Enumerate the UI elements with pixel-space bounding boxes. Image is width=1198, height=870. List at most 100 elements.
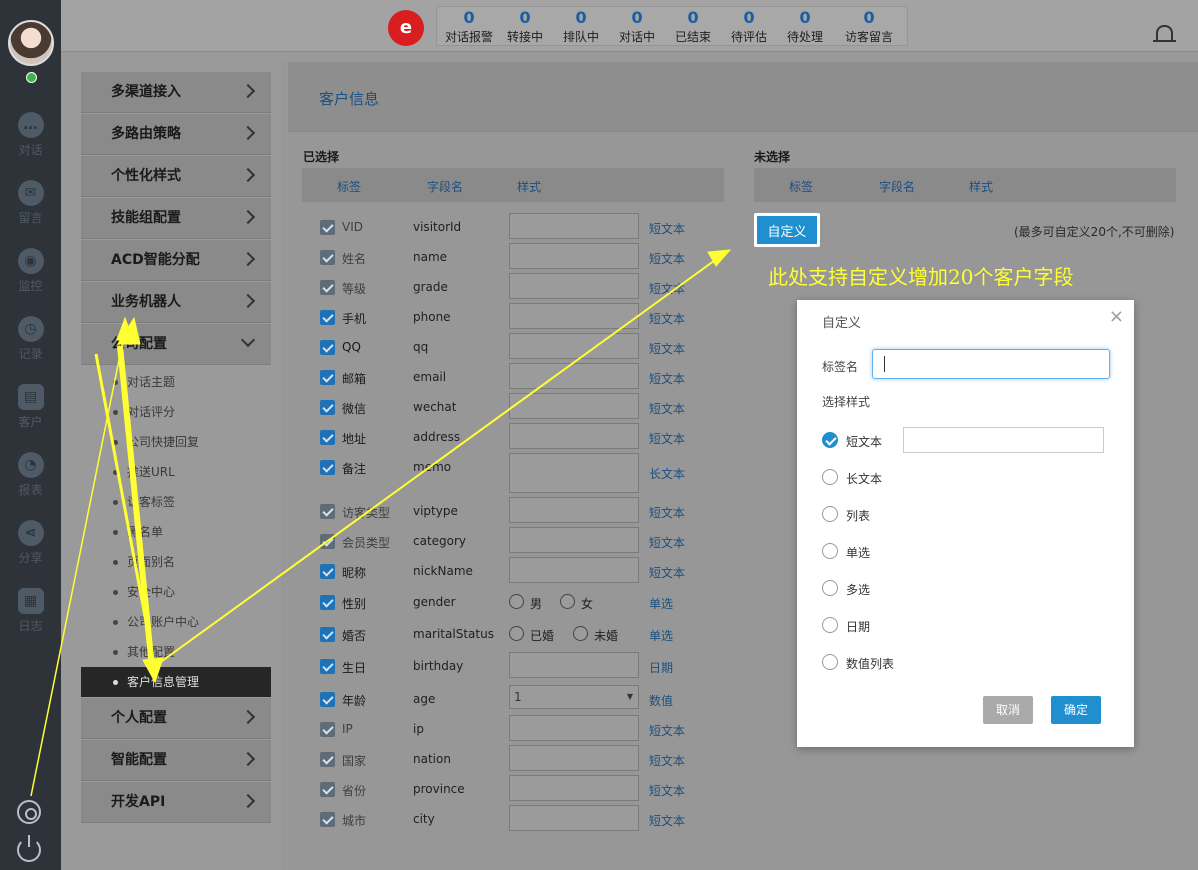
menu-item[interactable]: 多渠道接入 (81, 72, 271, 113)
nav-item-4[interactable]: ▤ 客户 (0, 384, 61, 430)
field-checkbox[interactable] (320, 812, 335, 827)
field-input[interactable] (509, 557, 639, 583)
menu-item[interactable]: 个人配置 (81, 698, 271, 739)
field-checkbox[interactable] (320, 460, 335, 475)
menu-item[interactable]: 开发API (81, 782, 271, 823)
field-type[interactable]: 短文本 (649, 280, 685, 297)
menu-item[interactable]: 多路由策略 (81, 114, 271, 155)
field-type[interactable]: 短文本 (649, 752, 685, 769)
field-radio[interactable] (509, 626, 524, 641)
field-type[interactable]: 短文本 (649, 722, 685, 739)
field-radio[interactable] (573, 626, 588, 641)
field-checkbox[interactable] (320, 722, 335, 737)
field-type[interactable]: 短文本 (649, 534, 685, 551)
field-checkbox[interactable] (320, 782, 335, 797)
field-checkbox[interactable] (320, 659, 335, 674)
field-input[interactable] (509, 303, 639, 329)
close-icon[interactable]: × (1109, 306, 1124, 327)
field-radio[interactable] (560, 594, 575, 609)
field-input[interactable] (509, 243, 639, 269)
style-radio[interactable] (822, 580, 838, 596)
field-checkbox[interactable] (320, 564, 335, 579)
field-input[interactable] (509, 333, 639, 359)
field-type[interactable]: 日期 (649, 659, 673, 676)
submenu-item[interactable]: 页面别名 (81, 547, 271, 577)
field-type[interactable]: 短文本 (649, 430, 685, 447)
field-type[interactable]: 数值 (649, 692, 673, 709)
avatar[interactable] (8, 20, 54, 66)
menu-item[interactable]: ACD智能分配 (81, 240, 271, 281)
style-radio[interactable] (822, 506, 838, 522)
style-radio[interactable] (822, 654, 838, 670)
submenu-item[interactable]: 公司账户中心 (81, 607, 271, 637)
field-type[interactable]: 单选 (649, 627, 673, 644)
field-input[interactable] (509, 213, 639, 239)
style-radio[interactable] (822, 543, 838, 559)
field-checkbox[interactable] (320, 310, 335, 325)
submenu-item[interactable]: 对话主题 (81, 367, 271, 397)
field-textarea[interactable] (509, 453, 639, 493)
menu-item[interactable]: 智能配置 (81, 740, 271, 781)
menu-item[interactable]: 技能组配置 (81, 198, 271, 239)
field-input[interactable] (509, 775, 639, 801)
field-checkbox[interactable] (320, 534, 335, 549)
nav-item-7[interactable]: ▦ 日志 (0, 588, 61, 634)
submenu-item[interactable]: 客户信息管理 (81, 667, 271, 697)
field-checkbox[interactable] (320, 595, 335, 610)
confirm-button[interactable]: 确定 (1051, 696, 1101, 724)
field-type[interactable]: 短文本 (649, 400, 685, 417)
field-checkbox[interactable] (320, 220, 335, 235)
custom-field-button[interactable]: 自定义 (754, 213, 820, 247)
field-checkbox[interactable] (320, 280, 335, 295)
field-input[interactable] (509, 527, 639, 553)
field-input[interactable] (509, 652, 639, 678)
settings-gear-icon[interactable] (17, 800, 41, 824)
field-checkbox[interactable] (320, 400, 335, 415)
field-checkbox[interactable] (320, 627, 335, 642)
field-input[interactable] (509, 805, 639, 831)
field-checkbox[interactable] (320, 370, 335, 385)
nav-item-2[interactable]: ◉ 监控 (0, 248, 61, 294)
label-name-input[interactable] (872, 349, 1110, 379)
field-checkbox[interactable] (320, 430, 335, 445)
menu-item[interactable]: 个性化样式 (81, 156, 271, 197)
submenu-item[interactable]: 黑名单 (81, 517, 271, 547)
field-input[interactable] (509, 715, 639, 741)
field-checkbox[interactable] (320, 250, 335, 265)
field-type[interactable]: 短文本 (649, 370, 685, 387)
nav-item-0[interactable]: … 对话 (0, 112, 61, 158)
submenu-item[interactable]: 对话评分 (81, 397, 271, 427)
nav-item-3[interactable]: ◷ 记录 (0, 316, 61, 362)
field-input[interactable] (509, 363, 639, 389)
style-radio[interactable] (822, 432, 838, 448)
field-checkbox[interactable] (320, 692, 335, 707)
short-text-length-input[interactable] (903, 427, 1104, 453)
field-checkbox[interactable] (320, 340, 335, 355)
nav-item-1[interactable]: ✉ 留言 (0, 180, 61, 226)
menu-item[interactable]: 业务机器人 (81, 282, 271, 323)
submenu-item[interactable]: 公司快捷回复 (81, 427, 271, 457)
field-type[interactable]: 短文本 (649, 812, 685, 829)
field-type[interactable]: 短文本 (649, 310, 685, 327)
field-type[interactable]: 短文本 (649, 504, 685, 521)
style-radio[interactable] (822, 469, 838, 485)
field-type[interactable]: 长文本 (649, 465, 685, 482)
field-type[interactable]: 短文本 (649, 782, 685, 799)
nav-item-5[interactable]: ◔ 报表 (0, 452, 61, 498)
field-input[interactable] (509, 497, 639, 523)
submenu-item[interactable]: 其他配置 (81, 637, 271, 667)
style-radio[interactable] (822, 617, 838, 633)
submenu-item[interactable]: 推送URL (81, 457, 271, 487)
field-type[interactable]: 短文本 (649, 340, 685, 357)
field-radio[interactable] (509, 594, 524, 609)
nav-item-6[interactable]: ⋖ 分享 (0, 520, 61, 566)
field-checkbox[interactable] (320, 752, 335, 767)
field-type[interactable]: 短文本 (649, 250, 685, 267)
field-type[interactable]: 短文本 (649, 564, 685, 581)
field-input[interactable] (509, 393, 639, 419)
field-input[interactable] (509, 273, 639, 299)
field-checkbox[interactable] (320, 504, 335, 519)
field-select[interactable]: 1 (509, 685, 639, 709)
menu-item[interactable]: 公司配置 (81, 324, 271, 365)
bell-icon[interactable] (1153, 25, 1176, 42)
